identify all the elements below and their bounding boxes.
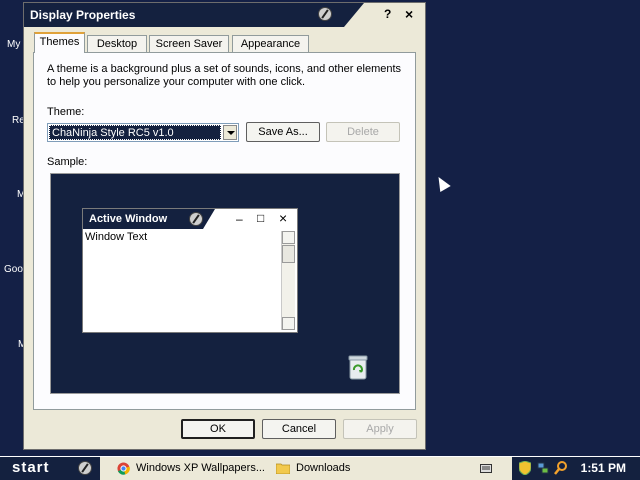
minimize-icon: – [236,212,243,226]
task-label: Downloads [296,462,351,474]
task-label: Windows XP Wallpapers... [136,462,265,474]
preview-window-text: Window Text [85,231,148,243]
start-label: start [12,459,50,476]
taskbar: start Windows XP Wallpapers... Downloads [0,456,640,480]
cancel-button[interactable]: Cancel [262,419,336,439]
preview-window-title: Active Window [89,213,168,225]
theme-logo-icon [318,7,332,21]
dialog-title: Display Properties [30,8,136,22]
delete-button[interactable]: Delete [326,122,400,142]
tab-appearance[interactable]: Appearance [232,35,309,52]
theme-description: A theme is a background plus a set of so… [47,63,402,88]
save-as-button[interactable]: Save As... [246,122,320,142]
close-icon: × [279,210,288,226]
scroll-down-icon [282,317,295,330]
system-tray: 1:51 PM [512,457,640,480]
search-icon[interactable] [554,461,568,475]
scroll-up-icon [282,231,295,244]
chevron-down-icon[interactable] [223,125,237,140]
help-button[interactable]: ? [384,7,391,21]
preview-titlebar-decoration [203,209,215,229]
ok-button[interactable]: OK [181,419,255,439]
desktop-icon-label[interactable]: Goo [4,264,23,275]
theme-dropdown-value[interactable]: ChaNinja Style RC5 v1.0 [49,125,221,140]
apply-button[interactable]: Apply [343,419,417,439]
display-properties-dialog: Display Properties ? × Themes Desktop Sc… [23,2,426,450]
theme-label: Theme: [47,106,85,118]
chrome-icon [117,462,130,475]
recycle-bin-icon [348,355,368,380]
theme-logo-icon [189,212,203,226]
tab-desktop[interactable]: Desktop [87,35,147,52]
task-button-chrome[interactable]: Windows XP Wallpapers... [117,459,267,478]
task-button-downloads[interactable]: Downloads [276,459,366,478]
close-button[interactable]: × [405,6,413,22]
keyboard-icon[interactable] [480,462,492,474]
security-shield-icon[interactable] [519,461,531,475]
scroll-thumb [282,245,295,263]
maximize-icon: □ [257,211,265,225]
preview-scrollbar [281,231,295,330]
tab-themes[interactable]: Themes [34,32,85,53]
start-button[interactable]: start [0,457,100,480]
titlebar-decoration [344,3,364,27]
desktop-icon-label[interactable]: My [7,39,20,50]
preview-titlebar: Active Window [83,209,203,229]
sample-label: Sample: [47,156,88,168]
tab-screen-saver[interactable]: Screen Saver [149,35,229,52]
theme-dropdown[interactable]: ChaNinja Style RC5 v1.0 [47,123,239,142]
preview-active-window: Active Window – □ × Window Text [82,208,298,333]
mouse-cursor-icon [433,173,451,193]
network-icon[interactable] [537,461,549,475]
theme-sample-preview: Active Window – □ × Window Text [50,173,400,394]
clock[interactable]: 1:51 PM [581,461,626,475]
folder-icon [276,463,290,474]
themes-panel: A theme is a background plus a set of so… [33,52,416,410]
start-logo-icon [78,461,92,475]
dialog-titlebar[interactable]: Display Properties [24,3,344,27]
